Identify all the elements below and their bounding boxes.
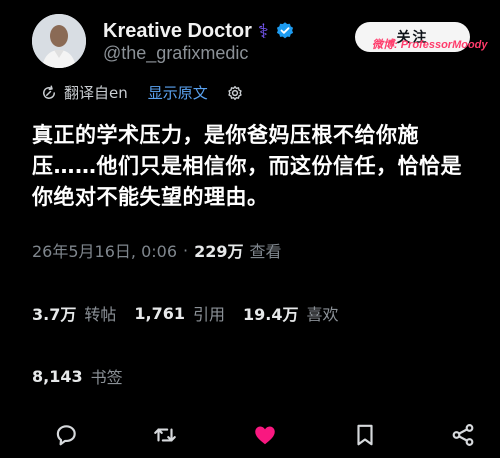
views-count: 229万 <box>194 242 244 261</box>
avatar[interactable] <box>32 14 86 68</box>
action-bar <box>0 418 500 454</box>
verified-badge-icon <box>275 21 295 41</box>
display-name[interactable]: Kreative Doctor <box>103 20 252 43</box>
share-icon[interactable] <box>448 420 478 450</box>
bookmark-icon[interactable] <box>350 420 380 450</box>
bookmarks-label[interactable]: 书签 <box>91 364 123 388</box>
retweets-label[interactable]: 转帖 <box>84 301 116 325</box>
reply-icon[interactable] <box>51 420 81 450</box>
tweet-timestamp[interactable]: 26年5月16日, 0:06 <box>32 238 177 262</box>
quotes-label[interactable]: 引用 <box>193 301 225 325</box>
tweet-meta: 26年5月16日, 0:06 · 229万 查看 <box>32 238 282 262</box>
tweet-text: 真正的学术压力，是你爸妈压根不给你施压……他们只是相信你，而这份信任，恰恰是你绝… <box>32 123 462 209</box>
likes-count[interactable]: 19.4万 <box>243 301 298 325</box>
meta-separator: · <box>183 240 189 260</box>
likes-label[interactable]: 喜欢 <box>306 301 338 325</box>
translated-from-label: 翻译自en <box>64 84 128 102</box>
watermark: 微博: ProfessorMoody <box>372 39 488 51</box>
views-label: 查看 <box>249 242 282 261</box>
translate-icon <box>40 84 58 102</box>
translation-row: 翻译自en 显示原文 <box>40 82 244 103</box>
show-original-link[interactable]: 显示原文 <box>148 82 208 103</box>
engagement-stats: 3.7万 转帖 1,761 引用 19.4万 喜欢 <box>32 301 357 325</box>
heart-icon[interactable] <box>250 420 280 450</box>
bookmarks-count[interactable]: 8,143 <box>32 367 83 386</box>
author-handle[interactable]: @the_grafixmedic <box>103 43 248 64</box>
retweets-count[interactable]: 3.7万 <box>32 301 76 325</box>
bookmarks-stat: 8,143 书签 <box>32 364 141 388</box>
gear-icon[interactable] <box>226 84 244 102</box>
retweet-icon[interactable] <box>150 420 180 450</box>
quotes-count[interactable]: 1,761 <box>134 304 185 323</box>
caduceus-badge-icon: ⚕ <box>257 19 269 43</box>
